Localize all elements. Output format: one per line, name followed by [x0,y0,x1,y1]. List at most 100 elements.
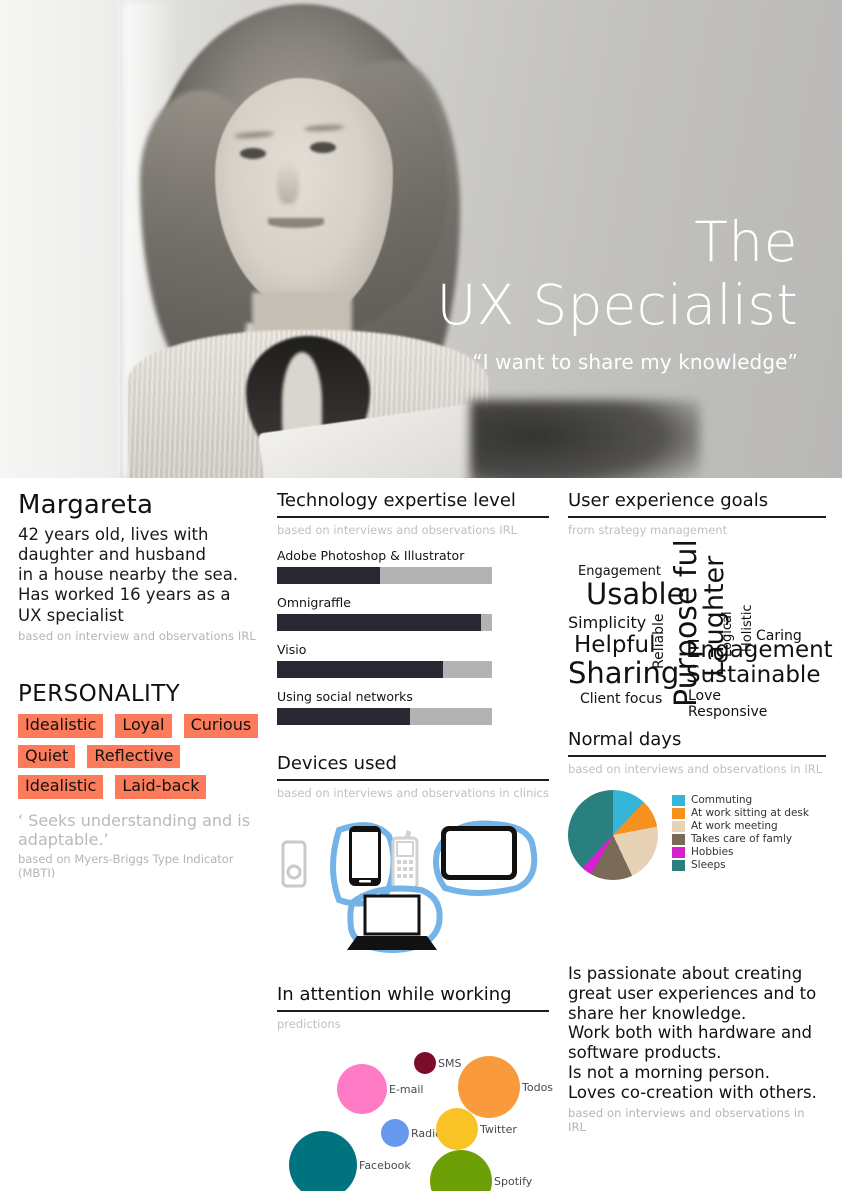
pie-legend-row: Sleeps [672,859,809,871]
bio-line: UX specialist [18,605,124,625]
normal-days-rule [568,755,826,757]
attention-bubble [436,1108,478,1150]
devices-section: Devices used based on interviews and obs… [277,753,549,962]
technology-title: Technology expertise level [277,490,516,511]
laptop-icon[interactable] [347,885,443,954]
personality-quote-line: ‘ Seeks understanding and is [18,811,251,831]
personality-tag[interactable]: Curious [183,713,259,738]
attention-bubble [430,1150,492,1191]
technology-bar-fill [277,567,381,584]
pie-legend-row: Takes care of famly [672,833,809,845]
attention-bubble-label: Todos [522,1081,554,1094]
technology-bar-item: Omnigraffle [277,595,549,631]
pie-legend-label: Commuting [691,794,753,806]
normal-days-subtitle: based on interviews and observations in … [568,762,823,776]
mp3-player-icon[interactable] [281,840,307,888]
devices-title: Devices used [277,753,397,774]
word-cloud-term: Simplicity [568,613,647,632]
personality-quote: ‘ Seeks understanding and is adaptable.’ [18,811,268,849]
pie-legend-label: At work sitting at desk [691,807,809,819]
left-column: Margareta 42 years old, lives with daugh… [18,490,268,880]
personality-quote-line: adaptable.’ [18,830,109,850]
personality-tag[interactable]: Quiet [18,744,76,769]
ux-goals-title: User experience goals [568,490,769,511]
word-cloud-term: Sustainable [686,662,821,688]
attention-section: In attention while working predictions S… [277,984,553,1191]
attention-subtitle: predictions [277,1017,341,1031]
attention-bubble-label: Facebook [359,1159,411,1172]
personality-tag[interactable]: Laid-back [115,775,207,800]
hero-header: The UX Specialist “I want to share my kn… [0,0,842,478]
attention-bubble [381,1119,409,1147]
technology-bar-label: Visio [277,642,307,657]
pie-legend-label: Sleeps [691,859,726,871]
pie-legend-swatch [672,833,685,845]
technology-bar-track [277,708,492,725]
personality-tag[interactable]: Reflective [87,744,181,769]
summary-section: Is passionate about creating great user … [568,964,826,1134]
pie-legend-swatch [672,859,685,871]
technology-bar-item: Adobe Photoshop & Illustrator [277,548,549,584]
technology-bar-label: Omnigraffle [277,595,351,610]
technology-section: Technology expertise level based on inte… [277,490,549,725]
attention-bubble [414,1052,436,1074]
hero-quote: “I want to share my knowledge” [472,349,798,374]
personality-tag[interactable]: Loyal [115,713,172,738]
summary-line: Loves co-creation with others. [568,1082,817,1102]
personality-heading: PERSONALITY [18,680,181,707]
pie-legend: Commuting At work sitting at desk At work … [672,790,809,880]
devices-svg [281,820,538,954]
summary-line: software products. [568,1043,722,1063]
pie-legend-row: At work meeting [672,820,809,832]
persona-name: Margareta [18,490,154,520]
personality-tag[interactable]: Idealistic [18,713,104,738]
pie-legend-row: Commuting [672,794,809,806]
summary-line: Is not a morning person. [568,1062,771,1082]
pie-legend-row: At work sitting at desk [672,807,809,819]
summary-text: Is passionate about creating great user … [568,964,826,1103]
summary-source: based on interviews and observations in … [568,1105,805,1134]
middle-column: Technology expertise level based on inte… [277,490,553,1191]
ux-goals-word-cloud: Engagement Usable Simplicity Helpful Sharing… [568,539,833,719]
body-area: Margareta 42 years old, lives with daugh… [0,478,842,1191]
attention-bubble-label: SMS [438,1057,462,1070]
technology-bar-fill [277,614,482,631]
bio-line: Has worked 16 years as a [18,585,231,605]
technology-bar-item: Visio [277,642,549,678]
attention-title: In attention while working [277,984,512,1005]
technology-bar-item: Using social networks [277,689,549,725]
ux-goals-subtitle: from strategy management [568,523,728,537]
bio-line: in a house nearby the sea. [18,565,239,585]
technology-bar-track [277,661,492,678]
devices-illustration [277,812,549,962]
word-cloud-term: Responsive [688,704,768,720]
personality-tag-row: Idealistic Loyal Curious [18,713,268,738]
pie-chart [568,790,658,880]
bio-line: 42 years old, lives with [18,525,209,544]
pie-legend-label: Hobbies [691,846,734,858]
attention-bubble [289,1131,357,1191]
attention-bubble [337,1064,387,1114]
attention-bubble-chart: SMS E-mail Todos Radio Twitter Facebook Spotif… [277,1041,553,1191]
personality-tag[interactable]: Idealistic [18,775,104,800]
personality-tag-row: Idealistic Laid-back [18,775,268,800]
attention-bubble-label: Spotify [494,1175,533,1188]
pie-legend-row: Hobbies [672,846,809,858]
word-cloud-term: Helpful [574,632,656,658]
normal-days-chart: Commuting At work sitting at desk At work … [568,790,826,880]
technology-rule [277,516,549,518]
persona-bio-source: based on interview and observations IRL [18,628,256,643]
pie-legend-label: Takes care of famly [691,833,793,845]
pie-legend-swatch [672,846,685,858]
feature-phone-icon[interactable] [391,830,419,890]
attention-bubble-label: E-mail [389,1083,424,1096]
tablet-icon[interactable] [433,820,538,896]
normal-days-section: Normal days based on interviews and obse… [568,729,826,880]
technology-bar-track [277,614,492,631]
technology-bar-fill [277,661,443,678]
personality-source: based on Myers-Briggs Type Indicator (MB… [18,851,234,880]
attention-bubble-label: Twitter [480,1123,517,1136]
pie-legend-swatch [672,794,685,806]
bio-line: daughter and husband [18,545,206,565]
persona-poster: The UX Specialist “I want to share my kn… [0,0,842,1191]
